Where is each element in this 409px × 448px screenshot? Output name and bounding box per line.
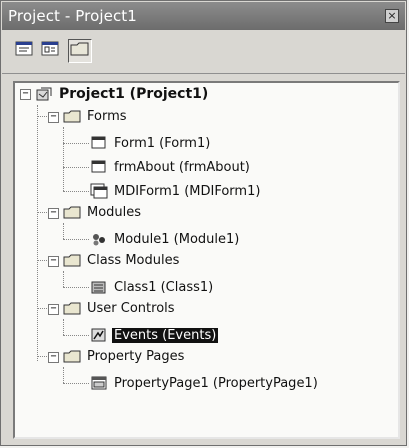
folder-modules[interactable]: Modules <box>63 201 143 223</box>
tree-item-mdiform1[interactable]: MDIForm1 (MDIForm1) <box>90 180 262 202</box>
tree-item-label: PropertyPage1 (PropertyPage1) <box>114 375 318 391</box>
view-object-button[interactable] <box>38 39 62 63</box>
tree-root-label: Project1 (Project1) <box>59 86 209 102</box>
tree-root-project[interactable]: Project1 (Project1) <box>35 83 210 105</box>
tree-item-frmabout[interactable]: frmAbout (frmAbout) <box>90 156 252 178</box>
folder-label: Forms <box>87 108 127 124</box>
folder-label: Property Pages <box>87 348 185 364</box>
forms-collapse-toggle[interactable]: − <box>48 112 59 123</box>
folder-forms[interactable]: Forms <box>63 105 129 127</box>
folder-icon <box>63 348 81 364</box>
tree-item-label: Module1 (Module1) <box>114 231 240 247</box>
view-object-icon <box>41 41 59 61</box>
folder-icon <box>63 108 81 124</box>
folder-icon <box>63 252 81 268</box>
close-button[interactable]: × <box>385 9 399 23</box>
folder-label: Class Modules <box>87 252 180 268</box>
toolbar <box>2 31 405 74</box>
view-code-icon <box>15 41 33 61</box>
tree-item-label: Events (Events) <box>112 327 219 343</box>
folder-icon <box>63 204 81 220</box>
tree-item-label: MDIForm1 (MDIForm1) <box>114 183 261 199</box>
tree-item-label: frmAbout (frmAbout) <box>114 159 250 175</box>
class-modules-collapse-toggle[interactable]: − <box>48 256 59 267</box>
form-icon <box>90 159 108 175</box>
project-tree[interactable]: − Project1 (Project1) − Forms Form1 (For… <box>13 81 400 439</box>
toggle-folders-button[interactable] <box>68 39 92 63</box>
mdi-form-icon <box>90 183 108 199</box>
property-page-icon <box>90 375 108 391</box>
class-module-icon <box>90 279 108 295</box>
folder-icon <box>70 41 90 61</box>
tree-item-events[interactable]: Events (Events) <box>90 324 219 346</box>
root-collapse-toggle[interactable]: − <box>20 89 31 100</box>
tree-item-form1[interactable]: Form1 (Form1) <box>90 132 212 154</box>
property-pages-collapse-toggle[interactable]: − <box>48 352 59 363</box>
tree-item-class1[interactable]: Class1 (Class1) <box>90 276 215 298</box>
folder-property-pages[interactable]: Property Pages <box>63 345 186 367</box>
folder-class-modules[interactable]: Class Modules <box>63 249 181 271</box>
window-title: Project - Project1 <box>8 7 137 25</box>
user-controls-collapse-toggle[interactable]: − <box>48 304 59 315</box>
folder-label: Modules <box>87 204 142 220</box>
tree-item-propertypage1[interactable]: PropertyPage1 (PropertyPage1) <box>90 372 320 394</box>
form-icon <box>90 135 108 151</box>
module-icon <box>90 231 108 247</box>
folder-user-controls[interactable]: User Controls <box>63 297 177 319</box>
folder-icon <box>63 300 81 316</box>
project-explorer-window: Project - Project1 × − Project1 (Project… <box>0 0 407 446</box>
view-code-button[interactable] <box>12 39 36 63</box>
title-bar[interactable]: Project - Project1 × <box>2 2 405 30</box>
tree-item-label: Form1 (Form1) <box>114 135 211 151</box>
modules-collapse-toggle[interactable]: − <box>48 208 59 219</box>
folder-label: User Controls <box>87 300 175 316</box>
tree-item-module1[interactable]: Module1 (Module1) <box>90 228 241 250</box>
user-control-icon <box>90 327 108 343</box>
tree-item-label: Class1 (Class1) <box>114 279 214 295</box>
project-icon <box>35 86 53 102</box>
